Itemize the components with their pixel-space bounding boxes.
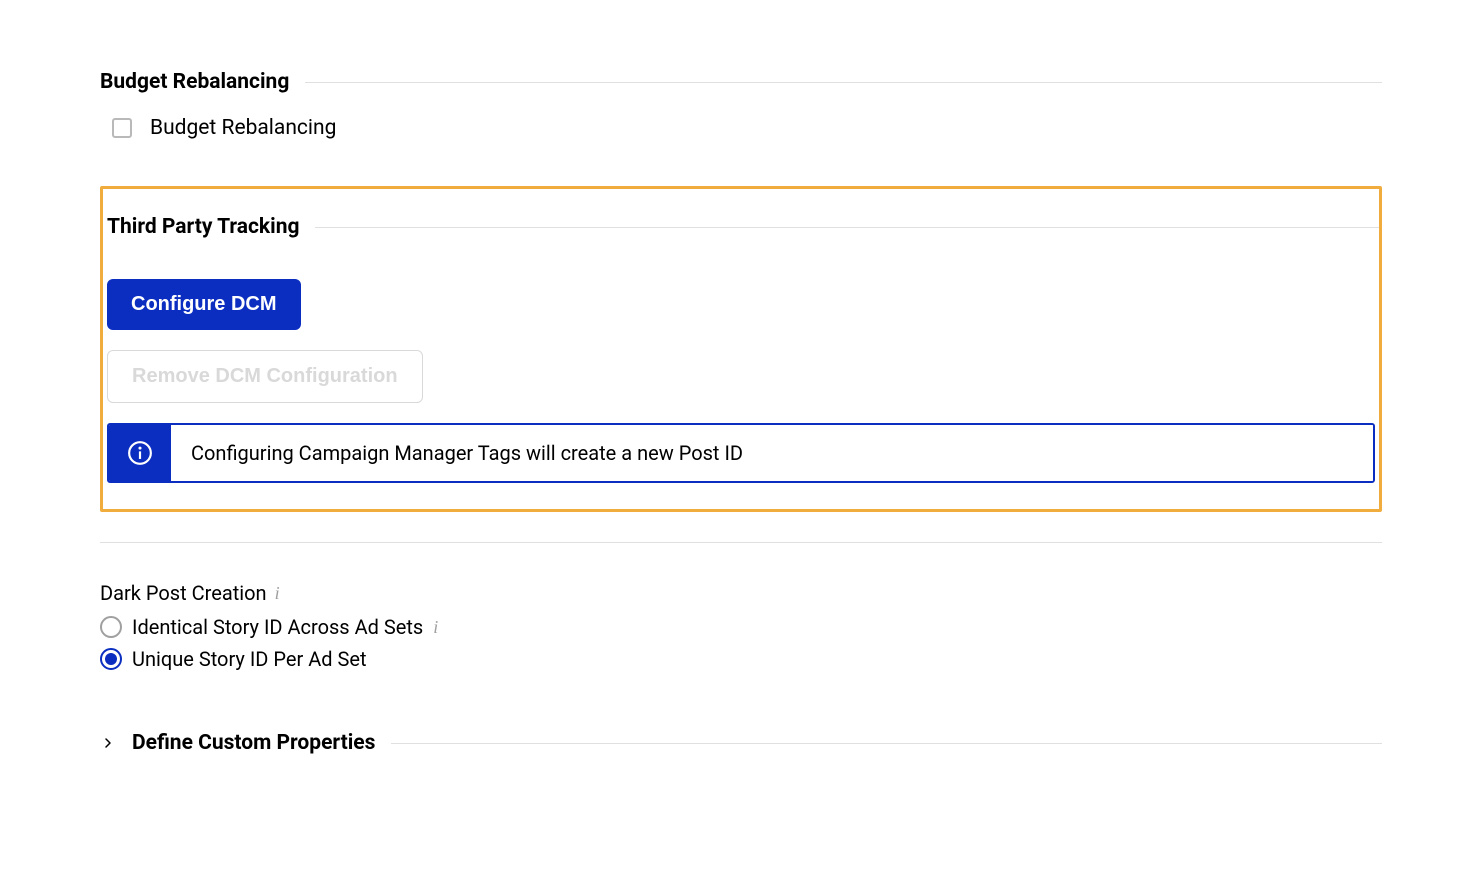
radio-button[interactable]	[100, 616, 122, 638]
radio-label: Unique Story ID Per Ad Set	[132, 647, 367, 671]
tracking-section-header: Third Party Tracking	[103, 215, 1379, 239]
info-icon[interactable]: i	[275, 583, 280, 604]
define-custom-properties-header[interactable]: Define Custom Properties	[100, 731, 1382, 755]
budget-section-title: Budget Rebalancing	[100, 70, 289, 94]
budget-checkbox-row: Budget Rebalancing	[100, 116, 1382, 140]
radio-identical-story-id[interactable]: Identical Story ID Across Ad Sets i	[100, 615, 1382, 639]
budget-checkbox[interactable]	[112, 118, 132, 138]
info-banner: Configuring Campaign Manager Tags will c…	[107, 423, 1375, 483]
divider-line	[315, 227, 1379, 228]
info-icon[interactable]: i	[433, 617, 438, 638]
radio-label: Identical Story ID Across Ad Sets	[132, 615, 423, 639]
radio-button[interactable]	[100, 648, 122, 670]
dark-post-creation-label: Dark Post Creation	[100, 581, 267, 605]
third-party-tracking-highlight: Third Party Tracking Configure DCM Remov…	[100, 186, 1382, 512]
divider-line	[100, 542, 1382, 543]
remove-dcm-config-button: Remove DCM Configuration	[107, 350, 423, 403]
budget-section-header: Budget Rebalancing	[100, 70, 1382, 94]
info-banner-text: Configuring Campaign Manager Tags will c…	[171, 425, 1373, 481]
define-custom-properties-title: Define Custom Properties	[132, 731, 375, 755]
tracking-section-title: Third Party Tracking	[107, 215, 299, 239]
dark-post-radio-group: Identical Story ID Across Ad Sets i Uniq…	[100, 615, 1382, 671]
divider-line	[305, 82, 1382, 83]
budget-checkbox-label: Budget Rebalancing	[150, 116, 336, 140]
radio-unique-story-id[interactable]: Unique Story ID Per Ad Set	[100, 647, 1382, 671]
info-icon	[109, 425, 171, 481]
divider-line	[391, 743, 1382, 744]
chevron-right-icon	[100, 735, 116, 751]
configure-dcm-button[interactable]: Configure DCM	[107, 279, 301, 330]
dark-post-creation-label-row: Dark Post Creation i	[100, 581, 1382, 605]
